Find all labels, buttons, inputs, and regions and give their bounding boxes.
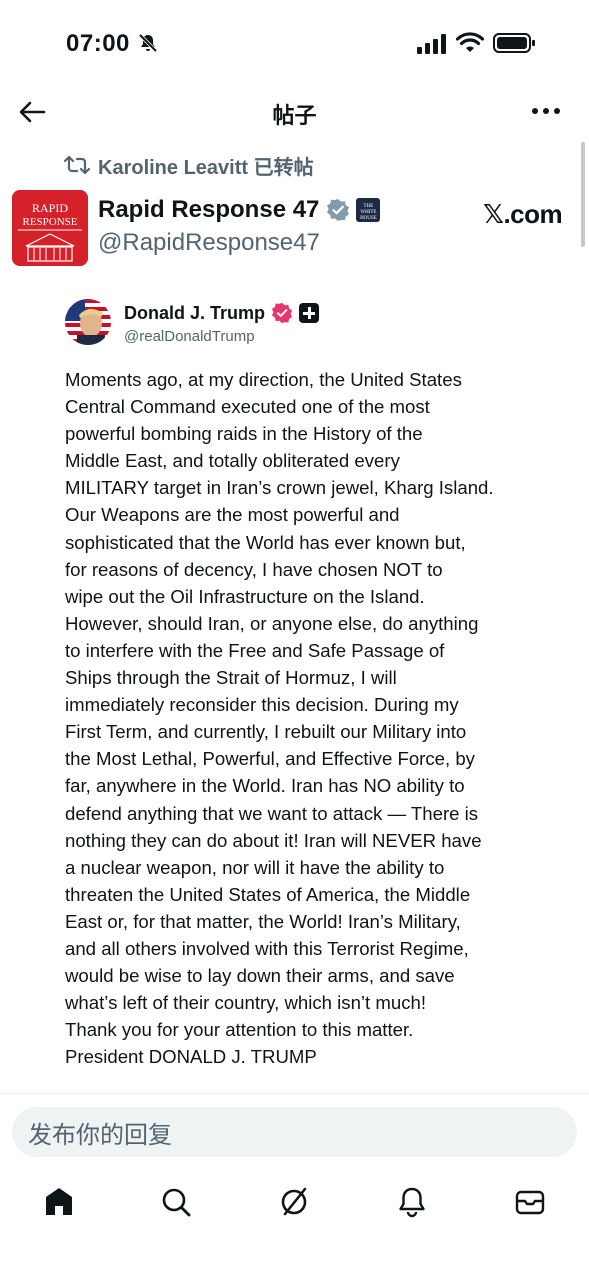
embedded-author-handle: @realDonaldTrump [124,328,255,345]
home-icon[interactable] [42,1185,76,1219]
notifications-bell-icon[interactable] [395,1185,429,1219]
post-text-line: and all others involved with this Terror… [65,937,469,959]
status-time: 07:00 [66,30,130,57]
messages-envelope-icon[interactable] [513,1185,547,1219]
post-text-line: President DONALD J. TRUMP [65,1046,317,1068]
post-text-line: Central Command executed one of the most [65,396,430,418]
post-text-line: Ships through the Strait of Hormuz, I wi… [65,667,397,689]
grok-icon[interactable] [277,1185,311,1219]
bottom-tab-bar [0,1175,589,1235]
mute-bell-icon [138,33,158,53]
reply-placeholder: 发布你的回复 [28,1121,172,1149]
nav-header: 帖子 [0,88,589,138]
post-text-line: what’s left of their country, which isn’… [65,992,427,1014]
post-text-line: immediately reconsider this decision. Du… [65,694,459,716]
post-text-line: far, anywhere in the World. Iran has NO … [65,775,465,797]
cellular-signal-icon [417,34,446,54]
more-horizontal-icon[interactable] [531,106,561,116]
author-name-row: Rapid Response 47 THE WHITE HOUSE [98,196,381,224]
page-title: 帖子 [272,103,317,128]
author-name[interactable]: Rapid Response 47 [98,196,319,224]
plus-badge-icon[interactable] [299,303,320,323]
retweet-icon [64,155,90,175]
repost-label: Karoline Leavitt 已转帖 [98,156,314,179]
flag-portrait-image [65,299,111,345]
embedded-author-name[interactable]: Donald J. Trump [124,303,265,324]
post-text-line: Middle East, and totally obliterated eve… [65,450,400,472]
post-text-line: a nuclear weapon, nor will it have the a… [65,856,445,878]
pink-verified-badge-icon[interactable] [271,302,293,324]
source-label: 𝕏.com [483,199,563,229]
author-handle: @RapidResponse47 [98,229,320,256]
divider [0,1093,589,1094]
post-text-line: the Most Lethal, Powerful, and Effective… [65,748,475,770]
author-avatar[interactable]: RAPID RESPONSE [12,190,88,266]
post-text-line: First Term, and currently, I rebuilt our… [65,721,467,743]
post-text-line: to interfere with the Free and Safe Pass… [65,639,445,661]
white-house-affiliation-badge[interactable]: THE WHITE HOUSE [356,198,381,222]
post-text-line: defend anything that we want to attack —… [65,802,479,824]
post-text-line: Our Weapons are the most powerful and [65,504,400,526]
post-text-line: sophisticated that the World has ever kn… [65,531,466,553]
scrollbar[interactable] [581,142,585,247]
post-text-line: MILITARY target in Iran’s crown jewel, K… [65,477,494,499]
post-text-line: wipe out the Oil Infrastructure on the I… [65,585,425,607]
post-text-line: threaten the United States of America, t… [65,883,471,905]
battery-icon [493,33,535,53]
post-text-line: Moments ago, at my direction, the United… [65,369,462,390]
embedded-name-row: Donald J. Trump [124,302,320,324]
post-text-line: However, should Iran, or anyone else, do… [65,612,479,634]
svg-text:RAPID: RAPID [32,201,68,215]
wifi-icon [456,32,484,52]
post-text-line: East or, for that matter, the World! Ira… [65,910,461,932]
post-text-line: nothing they can do about it! Iran will … [65,829,482,851]
search-icon[interactable] [159,1185,193,1219]
svg-text:RESPONSE: RESPONSE [22,216,77,228]
rapid-response-logo: RAPID RESPONSE [12,190,88,266]
post-text: Moments ago, at my direction, the United… [65,366,575,1070]
post-text-line: Thank you for your attention to this mat… [65,1019,414,1041]
post-text-line: for reasons of decency, I have chosen NO… [65,558,443,580]
embedded-author-avatar[interactable] [65,299,111,345]
reply-input[interactable]: 发布你的回复 [12,1107,577,1157]
status-bar: 07:00 [0,0,589,88]
repost-context[interactable]: Karoline Leavitt 已转帖 [64,151,314,179]
post-text-line: would be wise to lay down their arms, an… [65,965,455,987]
post-text-line: powerful bombing raids in the History of… [65,423,423,445]
gray-verified-badge-icon[interactable] [326,198,350,222]
